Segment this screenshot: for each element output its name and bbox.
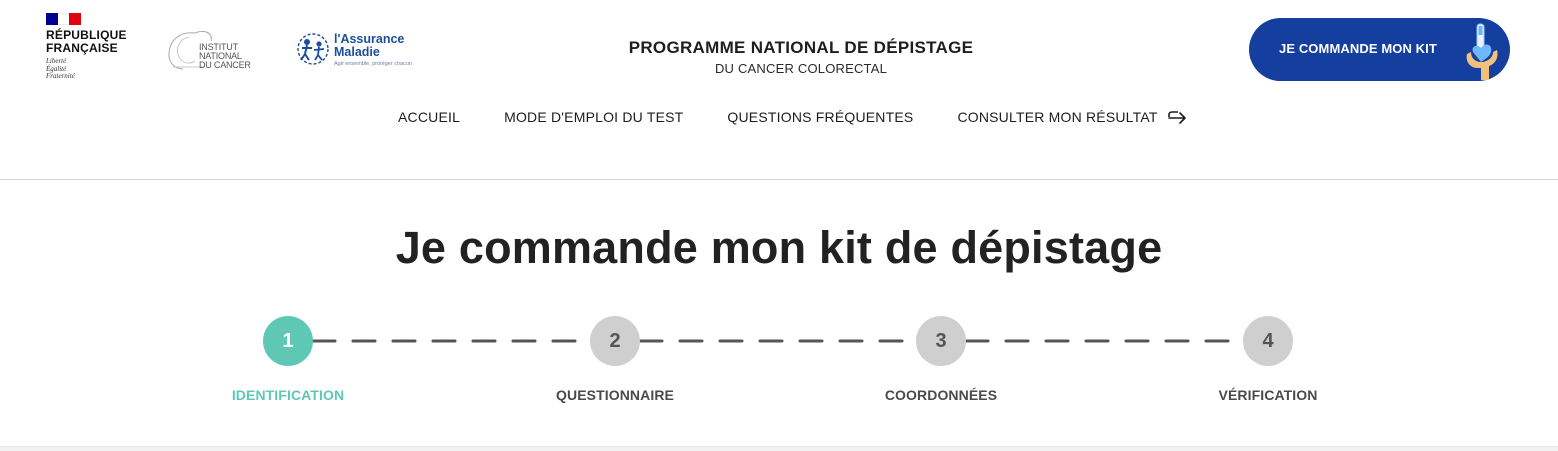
step-1-circle[interactable]: 1 bbox=[263, 316, 313, 366]
step-1-number: 1 bbox=[282, 329, 294, 352]
republique-motto: Liberté Égalité Fraternité bbox=[46, 57, 136, 81]
nav-accueil[interactable]: ACCUEIL bbox=[398, 109, 460, 125]
program-title: PROGRAMME NATIONAL DE DÉPISTAGE DU CANCE… bbox=[526, 38, 1076, 77]
section-divider bbox=[0, 446, 1558, 451]
nav-consulter-resultat-label: CONSULTER MON RÉSULTAT bbox=[957, 109, 1158, 125]
page-title: Je commande mon kit de dépistage bbox=[395, 222, 1163, 273]
order-kit-button[interactable]: JE COMMANDE MON KIT bbox=[1249, 18, 1510, 81]
step-3-circle[interactable]: 3 bbox=[916, 316, 966, 366]
republique-name-line2: FRANÇAISE bbox=[46, 41, 118, 55]
step-1-label: IDENTIFICATION bbox=[231, 387, 345, 403]
step-4-number: 4 bbox=[1262, 329, 1274, 352]
inca-line3: DU CANCER bbox=[199, 60, 251, 70]
inca-text: INSTITUT NATIONAL DU CANCER bbox=[199, 43, 251, 70]
order-stepper: 1 2 3 4 IDENTIFICATION QUESTIONNAIRE COO… bbox=[0, 310, 1558, 420]
main-navigation: ACCUEIL MODE D'EMPLOI DU TEST QUESTIONS … bbox=[398, 107, 1188, 127]
nav-mode-emploi[interactable]: MODE D'EMPLOI DU TEST bbox=[504, 109, 683, 125]
step-3-label: COORDONNÉES bbox=[884, 387, 998, 403]
step-2-number: 2 bbox=[609, 329, 621, 352]
order-kit-button-label: JE COMMANDE MON KIT bbox=[1279, 41, 1437, 56]
step-2-circle[interactable]: 2 bbox=[590, 316, 640, 366]
site-header: RÉPUBLIQUE FRANÇAISE Liberté Égalité Fra… bbox=[0, 0, 1558, 180]
step-4-circle[interactable]: 4 bbox=[1243, 316, 1293, 366]
step-2-label: QUESTIONNAIRE bbox=[556, 387, 674, 403]
program-title-main: PROGRAMME NATIONAL DE DÉPISTAGE bbox=[628, 38, 974, 57]
nav-questions-frequentes[interactable]: QUESTIONS FRÉQUENTES bbox=[727, 109, 913, 125]
nav-mode-emploi-label: MODE D'EMPLOI DU TEST bbox=[504, 109, 684, 125]
french-flag-icon bbox=[46, 13, 82, 25]
step-4-label: VÉRIFICATION bbox=[1218, 387, 1318, 403]
assurance-maladie-logo[interactable]: l'Assurance Maladie Agir ensemble, proté… bbox=[294, 28, 424, 72]
republique-name: RÉPUBLIQUE FRANÇAISE bbox=[46, 29, 136, 55]
stepper-connector-lines bbox=[311, 339, 1245, 343]
assurance-maladie-emblem-icon bbox=[297, 33, 329, 65]
nav-questions-frequentes-label: QUESTIONS FRÉQUENTES bbox=[727, 109, 914, 125]
nav-accueil-label: ACCUEIL bbox=[398, 109, 461, 125]
step-3-number: 3 bbox=[935, 329, 947, 352]
nav-consulter-resultat[interactable]: CONSULTER MON RÉSULTAT bbox=[957, 109, 1187, 125]
test-kit-hand-icon bbox=[1466, 23, 1498, 80]
republique-francaise-logo[interactable]: RÉPUBLIQUE FRANÇAISE Liberté Égalité Fra… bbox=[46, 13, 136, 87]
program-title-sub: DU CANCER COLORECTAL bbox=[714, 61, 888, 76]
assurance-maladie-tagline: Agir ensemble, protéger chacun bbox=[334, 61, 412, 67]
assurance-maladie-name: l'Assurance Maladie bbox=[334, 33, 404, 59]
assurance-maladie-line2: Maladie bbox=[334, 45, 380, 59]
external-arrow-icon bbox=[1167, 111, 1186, 124]
institut-national-du-cancer-logo[interactable]: INSTITUT NATIONAL DU CANCER bbox=[165, 27, 261, 73]
motto-fraternite: Fraternité bbox=[46, 72, 75, 80]
